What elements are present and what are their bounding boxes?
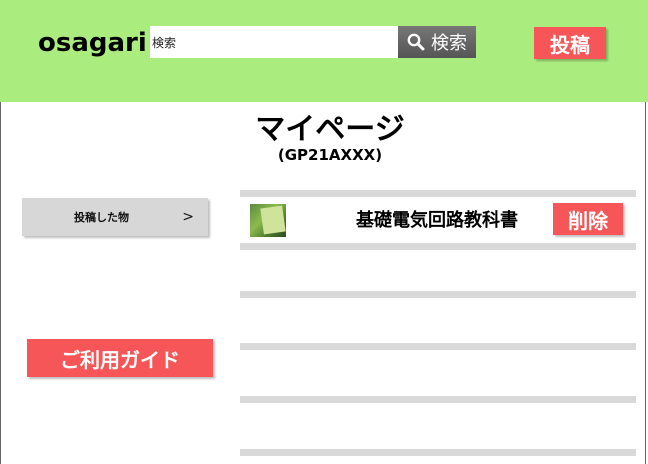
search-input[interactable] xyxy=(150,26,400,58)
header-bar: osagari 検索 投稿 xyxy=(0,0,648,102)
list-separator xyxy=(240,396,636,403)
chevron-right-icon: > xyxy=(182,209,194,225)
sidebar-item-label: 投稿した物 xyxy=(74,211,129,224)
list-separator xyxy=(240,243,636,250)
post-title[interactable]: 基礎電気回路教科書 xyxy=(356,206,518,232)
list-separator xyxy=(240,291,636,298)
post-button[interactable]: 投稿 xyxy=(534,27,606,59)
search-button[interactable]: 検索 xyxy=(398,26,476,58)
list-separator xyxy=(240,190,636,197)
search-icon xyxy=(407,33,425,51)
list-separator xyxy=(240,343,636,350)
delete-button[interactable]: 削除 xyxy=(553,203,623,235)
search-button-label: 検索 xyxy=(431,33,467,54)
sidebar-item-posted-items[interactable]: 投稿した物 > xyxy=(22,198,208,236)
user-id: (GP21AXXX) xyxy=(277,146,383,164)
page-title: マイページ xyxy=(255,112,405,147)
site-logo[interactable]: osagari xyxy=(38,28,147,58)
book-thumbnail[interactable] xyxy=(250,204,286,237)
list-separator xyxy=(240,449,636,456)
list-item: 基礎電気回路教科書 削除 xyxy=(240,197,636,243)
user-guide-button[interactable]: ご利用ガイド xyxy=(27,339,213,377)
